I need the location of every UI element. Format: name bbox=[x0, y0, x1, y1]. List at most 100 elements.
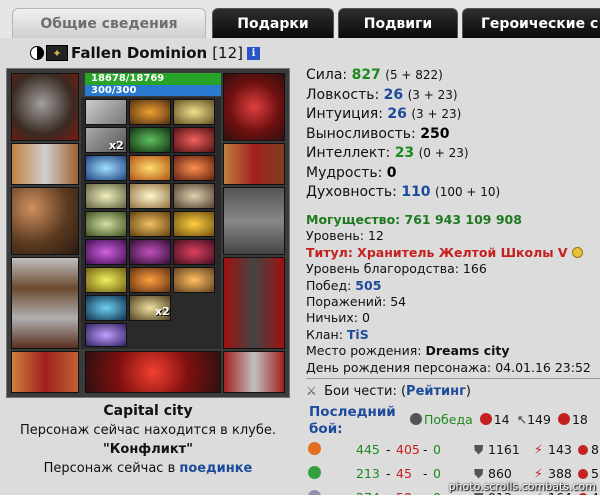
pants-slot[interactable] bbox=[223, 257, 285, 349]
rune-slot[interactable] bbox=[173, 239, 215, 265]
stat-value: 26 bbox=[387, 106, 407, 122]
club-name: "Конфликт" bbox=[103, 442, 193, 457]
hp-value: 860 bbox=[488, 466, 512, 481]
rune-slot[interactable] bbox=[85, 183, 127, 209]
participant-icon bbox=[308, 490, 321, 495]
gloves-slot[interactable] bbox=[223, 143, 285, 185]
rune-slot[interactable] bbox=[129, 99, 171, 125]
info-icon[interactable]: i bbox=[246, 46, 260, 60]
rune-slot[interactable] bbox=[173, 127, 215, 153]
target-icon bbox=[557, 413, 570, 425]
status-line: Персонаж сейчас в поединке bbox=[6, 459, 290, 478]
rune-slot[interactable] bbox=[85, 323, 127, 347]
equipment-doll: 18678/18769 300/300 x2 x2 bbox=[6, 68, 290, 398]
armor-slot[interactable] bbox=[11, 257, 79, 349]
summary-v2: 149 bbox=[527, 412, 551, 427]
dash-separator: - bbox=[423, 442, 428, 457]
fight-link[interactable]: поединке bbox=[179, 461, 252, 476]
damage-dealt: 445 bbox=[356, 442, 380, 457]
tab-bar: Общие сведения Подарки Подвиги Героическ… bbox=[0, 0, 600, 38]
last-fight-l1: Последний bbox=[309, 404, 396, 420]
earring-slot[interactable] bbox=[223, 73, 285, 141]
stat-row: Мудрость: 0 bbox=[306, 164, 500, 184]
shield-slot[interactable] bbox=[223, 187, 285, 255]
rune-slot[interactable] bbox=[129, 155, 171, 181]
rune-slot[interactable] bbox=[85, 99, 127, 125]
clan-link[interactable]: TiS bbox=[347, 327, 369, 342]
rune-slot[interactable] bbox=[173, 99, 215, 125]
tab-gifts[interactable]: Подарки bbox=[212, 8, 334, 38]
stat-bonus: (100 + 10) bbox=[435, 185, 501, 199]
rune-slot[interactable] bbox=[85, 295, 127, 321]
clan-label: Клан: bbox=[306, 326, 343, 342]
belt-slot[interactable] bbox=[11, 351, 79, 393]
stat-value: 23 bbox=[394, 145, 415, 161]
stats-block: Сила: 827 (5 + 822) Ловкость: 26 (3 + 23)… bbox=[306, 66, 500, 203]
heal-value: 0 bbox=[433, 490, 441, 495]
rune-slot[interactable] bbox=[85, 155, 127, 181]
stat-bonus: (5 + 822) bbox=[385, 68, 443, 82]
hp-value: 18678/18769 bbox=[91, 73, 165, 84]
stat-label: Интуиция: bbox=[306, 106, 383, 122]
watermark: photo.scrolls.combats.com bbox=[448, 480, 596, 493]
tab-heroic[interactable]: Героические с bbox=[462, 8, 600, 38]
clan-emblem-icon[interactable]: ✦ bbox=[46, 45, 68, 61]
title-line: Титул: Хранитель Желтой Школы V bbox=[306, 245, 600, 261]
title-text: Титул: Хранитель Желтой Школы V bbox=[306, 244, 568, 260]
damage-dealt: 213 bbox=[356, 466, 380, 481]
boots-slot[interactable] bbox=[223, 351, 285, 393]
stat-row: Ловкость: 26 (3 + 23) bbox=[306, 86, 500, 106]
rating-link[interactable]: Рейтинг bbox=[406, 384, 466, 399]
rune-slot[interactable] bbox=[173, 211, 215, 237]
nobility-line: Уровень благородства: 166 bbox=[306, 261, 487, 277]
birthplace-line: Место рождения: Dreams city bbox=[306, 343, 600, 359]
location-line: Персонаж сейчас находится в клубе. bbox=[20, 423, 276, 438]
clan-line: Клан: TiS bbox=[306, 327, 600, 343]
participant-icon bbox=[308, 466, 321, 479]
tab-general[interactable]: Общие сведения bbox=[12, 8, 206, 38]
summary-v1: 14 bbox=[493, 412, 510, 427]
sword-icon: ↖ bbox=[516, 412, 528, 427]
amulet-slot[interactable] bbox=[85, 351, 221, 393]
mp-value: 300/300 bbox=[91, 85, 137, 96]
rune-slot[interactable] bbox=[129, 239, 171, 265]
rune-slot[interactable] bbox=[129, 211, 171, 237]
status-prefix: Персонаж сейчас в bbox=[43, 461, 176, 476]
rune-slot[interactable] bbox=[85, 239, 127, 265]
dash-separator: - bbox=[386, 490, 391, 495]
weapon-slot[interactable] bbox=[11, 187, 79, 255]
honor-label: Бои чести: bbox=[324, 384, 397, 399]
stat-value: 827 bbox=[351, 67, 381, 83]
crit-value: 388 bbox=[548, 466, 572, 481]
city-name: Capital city bbox=[103, 403, 193, 419]
rune-slot[interactable] bbox=[85, 267, 127, 293]
rune-slot[interactable] bbox=[173, 267, 215, 293]
stat-label: Ловкость: bbox=[306, 86, 380, 103]
birthday-line: День рождения персонажа: 04.01.16 23:52 bbox=[306, 359, 591, 375]
helmet-slot[interactable] bbox=[11, 73, 79, 141]
last-fight-summary: Победа 14 ↖149 18 bbox=[410, 412, 588, 427]
stat-row: Интеллект: 23 (0 + 23) bbox=[306, 144, 500, 164]
tab-feats[interactable]: Подвиги bbox=[338, 8, 458, 38]
stack-count: x2 bbox=[109, 139, 124, 152]
rune-slot[interactable] bbox=[173, 155, 215, 181]
wins-value: 505 bbox=[355, 277, 382, 293]
stat-row: Сила: 827 (5 + 822) bbox=[306, 66, 500, 86]
power-line: Могущество: 761 943 109 908 bbox=[306, 212, 522, 227]
rune-slot[interactable] bbox=[129, 183, 171, 209]
birthplace-label: Место рождения: bbox=[306, 343, 422, 359]
level-line: Уровень: 12 bbox=[306, 228, 384, 244]
last-fight-label[interactable]: Последний бой: bbox=[309, 404, 396, 438]
participant-icon bbox=[308, 442, 321, 455]
rune-slot[interactable] bbox=[85, 211, 127, 237]
heal-value: 0 bbox=[433, 466, 441, 481]
rune-slot[interactable] bbox=[173, 183, 215, 209]
extra-value: 8 bbox=[591, 442, 599, 457]
rune-slot[interactable] bbox=[129, 267, 171, 293]
stat-bonus: (3 + 23) bbox=[411, 107, 462, 121]
extra-value: 5 bbox=[591, 466, 599, 481]
bracers-slot[interactable] bbox=[11, 143, 79, 185]
heal-value: 0 bbox=[433, 442, 441, 457]
rune-slot[interactable] bbox=[129, 127, 171, 153]
stat-label: Сила: bbox=[306, 67, 348, 83]
